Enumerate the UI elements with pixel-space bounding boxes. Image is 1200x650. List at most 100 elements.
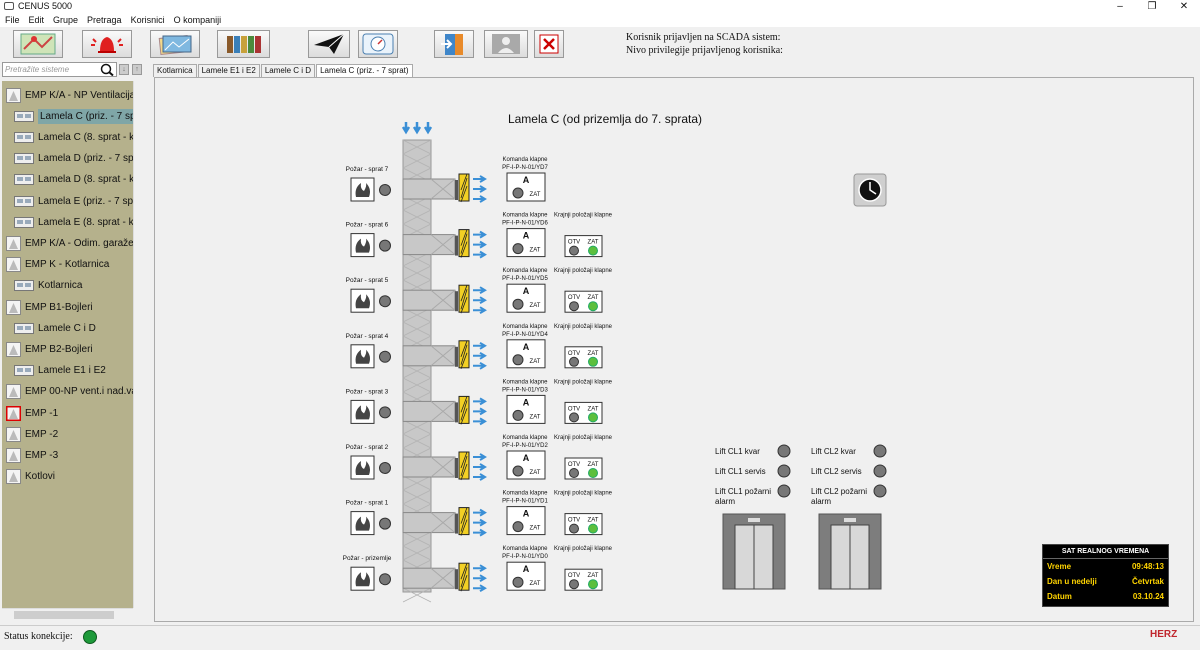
endpos-title: Krajnji položaji klapne [554, 324, 613, 330]
fire-detector-button[interactable] [350, 455, 375, 480]
logout-button[interactable] [434, 30, 474, 58]
tree-item-label: Lamele C i D [38, 322, 96, 334]
open-status-led [569, 412, 579, 423]
gallery-button[interactable] [150, 30, 200, 58]
clock-row-date: Datum 03.10.24 [1047, 592, 1164, 601]
menu-o-kompaniji[interactable]: O kompaniji [174, 13, 222, 27]
tree-item[interactable]: Lamele C i D [14, 318, 96, 338]
menu-grupe[interactable]: Grupe [53, 13, 78, 27]
tree-item[interactable]: EMP B2-Bojleri [6, 339, 93, 359]
collapse-icon[interactable]: ↓ [119, 64, 129, 75]
outflow-arrow-icon [473, 361, 487, 370]
endpos-title: Krajnji položaji klapne [554, 268, 613, 274]
send-button[interactable] [308, 30, 350, 58]
command-status-led [512, 465, 524, 477]
elevator-indicator [748, 518, 760, 522]
outflow-arrow-icon [473, 453, 487, 461]
tree-item[interactable]: EMP K - Kotlarnica [6, 255, 109, 275]
exit-button[interactable] [534, 30, 564, 58]
map-button[interactable] [13, 30, 63, 58]
tab-lamela-c[interactable]: Lamela C (priz. - 7 sprat) [316, 64, 413, 77]
duct-branch [402, 456, 456, 478]
duct-branch [402, 289, 456, 311]
alarm-button[interactable] [82, 30, 132, 58]
tree-item-label: Kotlovi [25, 471, 56, 483]
ventilation-diagram: Lamela C (od prizemlja do 7. sprata) Poža… [343, 112, 887, 603]
tree-item[interactable]: Lamela C (priz. - 7 sprata) [14, 106, 133, 126]
tree-item[interactable]: EMP -1 [5, 403, 59, 423]
menu-file[interactable]: File [5, 13, 20, 27]
panel-icon [14, 131, 34, 143]
login-privilege-label: Nivo privilegije prijavljenog korisnika: [626, 45, 783, 56]
fire-detector-button[interactable] [350, 344, 375, 369]
connection-status-indicator [83, 630, 97, 644]
tree-item-label: EMP -1 [25, 407, 59, 419]
elevator-indicator [844, 518, 856, 522]
outflow-arrow-icon [473, 341, 487, 350]
outflow-arrow-icon [473, 528, 487, 537]
search-icon[interactable] [100, 63, 114, 76]
tree-item[interactable]: Lamela D (priz. - 7 sprata) [14, 149, 133, 169]
tree-item[interactable]: EMP K/A - NP Ventilacija [6, 85, 133, 105]
menu-pretraga[interactable]: Pretraga [87, 13, 122, 27]
fire-detector-button[interactable] [350, 511, 375, 536]
minimize-button[interactable]: – [1104, 0, 1136, 13]
users-button[interactable] [484, 30, 528, 58]
fire-detector-button[interactable] [350, 399, 375, 424]
mode-auto-label: A [523, 509, 530, 519]
tree-item[interactable]: EMP -3 [6, 445, 58, 465]
tree-item-label: Lamela E (8. sprat - krov) [38, 216, 133, 228]
tree-item[interactable]: Kotlovi [6, 467, 55, 487]
documents-button[interactable] [217, 30, 270, 58]
tab-lamele-e1-e2[interactable]: Lamele E1 i E2 [197, 64, 260, 77]
outflow-arrow-icon [473, 286, 487, 295]
pictures-icon [158, 35, 192, 55]
fire-label: Požar - sprat 4 [346, 333, 389, 340]
tree-item[interactable]: Lamela E (8. sprat - krov) [14, 212, 133, 232]
menu-korisnici[interactable]: Korisnici [131, 13, 165, 27]
fire-detector-button[interactable] [350, 233, 375, 258]
cabinet-icon [6, 447, 21, 463]
damper-code: PF-I-P-N-01/YD7 [502, 165, 548, 171]
outflow-arrow-icon [473, 463, 487, 471]
menu-edit[interactable]: Edit [29, 13, 45, 27]
tree-item[interactable]: Lamela C (8. sprat - krov) [14, 127, 133, 147]
binders-icon [226, 36, 261, 53]
toolbar: Korisnik prijavljen na SCADA sistem: Niv… [0, 27, 1200, 61]
title-bar: CENUS 5000 – ❐ ✕ [0, 0, 1200, 13]
lift-status-label: Lift CL2 kvar [811, 447, 856, 456]
command-title: Komanda klapne [502, 268, 548, 274]
endpos-title: Krajnji položaji klapne [554, 379, 613, 385]
tree-item-label: Lamele E1 i E2 [38, 365, 106, 377]
tab-kotlarnica[interactable]: Kotlarnica [153, 64, 197, 77]
fire-detector-button[interactable] [350, 288, 375, 313]
damper-frame [455, 235, 458, 256]
fire-detector-button[interactable] [350, 177, 375, 202]
tab-lamele-c-d[interactable]: Lamele C i D [260, 64, 316, 77]
tree-item-label: Lamela C (priz. - 7 sprata) [38, 108, 133, 124]
tree-item[interactable]: EMP K/A - Odim. garaže [6, 233, 133, 253]
fire-label: Požar - sprat 5 [346, 277, 389, 284]
intake-arrow-icon [412, 122, 422, 135]
tree-vertical-scrollbar[interactable] [133, 81, 145, 608]
tree-item[interactable]: Lamele E1 i E2 [14, 361, 106, 381]
tree-item-label: EMP K/A - NP Ventilacija [25, 89, 133, 101]
close-x-icon [539, 34, 559, 54]
tree-item[interactable]: EMP 00-NP vent.i nad.vaz [6, 382, 133, 402]
close-button[interactable]: ✕ [1168, 0, 1200, 13]
fire-detector-button[interactable] [350, 566, 375, 591]
tree-horizontal-scrollbar[interactable] [2, 608, 133, 620]
cabinet-icon [6, 341, 21, 357]
meter-button[interactable] [358, 30, 398, 58]
zat-label: ZAT [530, 248, 541, 254]
tree-item[interactable]: EMP B1-Bojleri [6, 297, 93, 317]
tree-item-label: EMP B2-Bojleri [25, 343, 93, 355]
app-icon [4, 2, 14, 10]
tree-item[interactable]: Lamela D (8. sprat - krov) [14, 170, 133, 190]
tree-item[interactable]: Kotlarnica [14, 276, 82, 296]
tree-item[interactable]: Lamela E (priz. - 7 sprata) [14, 191, 133, 211]
maximize-button[interactable]: ❐ [1136, 0, 1168, 13]
tree-item[interactable]: EMP -2 [6, 424, 58, 444]
tab-strip: Kotlarnica Lamele E1 i E2 Lamele C i D L… [153, 64, 414, 77]
expand-icon[interactable]: ↑ [132, 64, 142, 75]
